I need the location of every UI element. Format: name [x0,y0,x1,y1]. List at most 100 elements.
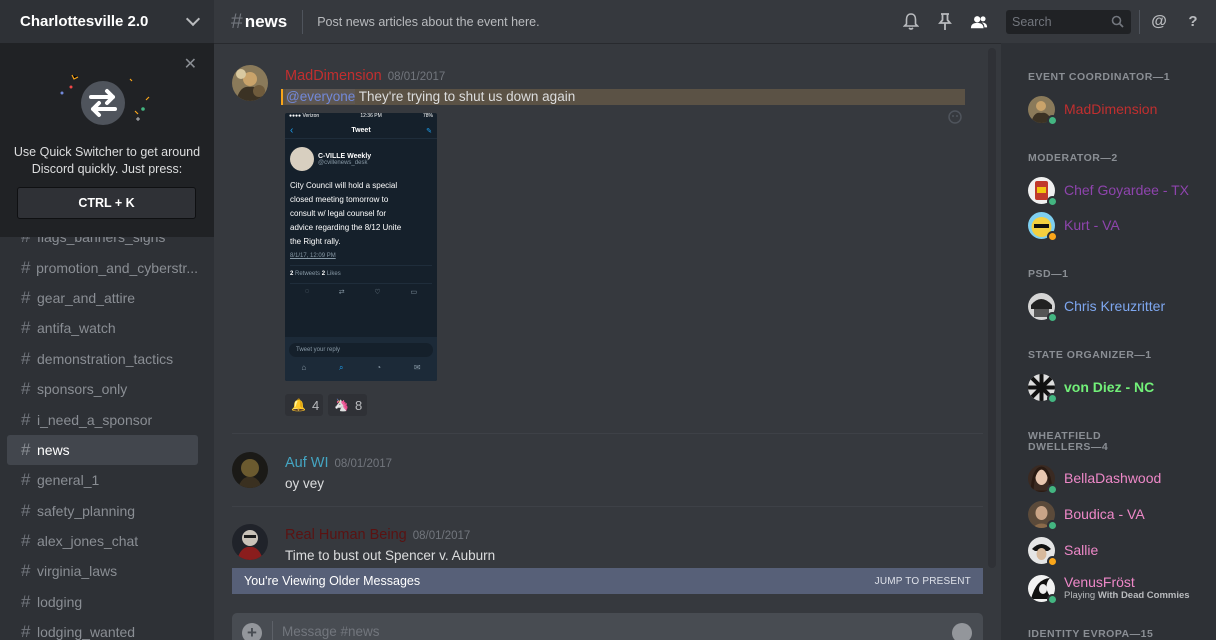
member-item[interactable]: von Diez - NC [1028,372,1208,404]
avatar [1028,464,1058,495]
channel-item[interactable]: # gear_and_attire [7,283,198,313]
channel-item[interactable]: # demonstration_tactics [7,344,198,374]
channel-item-active[interactable]: # news [7,434,198,466]
reaction-unicorn[interactable]: 🦄 8 [328,394,367,416]
search-placeholder: Search [1012,14,1052,29]
member-item[interactable]: VenusFröst Playing With Dead Commies [1028,571,1208,605]
channel-item[interactable]: # lodging_wanted [7,617,198,640]
pin-icon[interactable] [936,12,954,31]
help-icon[interactable]: ? [1184,13,1202,31]
online-status-icon [1047,195,1058,207]
likes-label: Likes [326,271,341,277]
everyone-mention[interactable]: @everyone [286,89,356,104]
jump-to-present-button[interactable]: JUMP TO PRESENT [875,576,971,587]
emoji-picker-icon[interactable] [952,623,972,640]
channel-name: sponsors_only [37,381,128,398]
avatar[interactable] [232,452,268,488]
add-reaction-icon[interactable] [948,110,962,124]
tweet-reply-area: Tweet your reply ⌂ ⌕ ◔ ✉ [285,337,437,381]
channel-item[interactable]: # antifa_watch [7,313,198,343]
channel-list: #flags_banners_signs #promotion_and_cybe… [0,222,214,640]
guild-name: Charlottesville 2.0 [20,13,149,30]
reaction-count: 8 [354,397,363,413]
avatar[interactable] [232,524,268,560]
members-icon[interactable] [970,13,988,31]
divider [272,621,273,640]
message-scrollbar[interactable] [988,48,996,568]
avatar [1028,373,1058,404]
member-name: von Diez - NC [1064,379,1155,395]
mention-icon[interactable]: @ [1150,13,1168,31]
chevron-down-icon[interactable] [185,11,201,27]
reaction-bell[interactable]: 🔔 4 [285,394,323,416]
retweet-icon: ⇄ [338,289,345,296]
avatar [1028,211,1058,242]
role-header: PSD—1 [1028,268,1069,280]
member-item[interactable]: Sallie [1028,535,1208,567]
member-item[interactable]: Boudica - VA [1028,499,1208,531]
qs-line-1: Use Quick Switcher to get around [13,145,201,159]
quick-switcher-shortcut[interactable]: CTRL + K [17,187,196,219]
tweet-time: 8/1/17, 12:09 PM [290,253,336,259]
older-messages-bar[interactable]: You're Viewing Older Messages JUMP TO PR… [232,568,983,594]
close-icon[interactable]: ✕ [184,54,197,74]
member-name: Chef Goyardee - TX [1064,182,1190,198]
member-item[interactable]: Chris Kreuzritter [1028,291,1208,323]
tweet-account-name: C-VILLE Weekly [318,152,372,160]
avatar[interactable] [232,65,268,101]
channel-item[interactable]: # safety_planning [7,496,198,526]
channel-header: # news Post news articles about the even… [214,0,1216,43]
tweet-stats: 2 Retweets 2 Likes [290,265,432,277]
upload-plus-icon[interactable]: + [242,623,262,640]
hash-icon: # [21,439,31,459]
channel-title-text: news [244,11,288,31]
avatar [1028,176,1058,207]
bell-icon[interactable] [902,13,920,31]
activity-prefix: Playing [1064,590,1096,601]
unicorn-emoji-icon: 🦄 [334,398,349,412]
tweet-line: advice regarding the 8/12 Unite [290,223,402,232]
like-count: 2 [321,271,326,277]
channel-item[interactable]: # promotion_and_cyberstr... [7,252,198,282]
member-item[interactable]: MadDimension [1028,94,1208,126]
hash-icon: # [21,257,31,277]
reply-icon: ◌ [304,288,310,295]
tweet-screenshot[interactable]: ●●●● Verizon 12:36 PM 78% ‹ Tweet ✎ C-VI… [285,113,437,381]
member-name: MadDimension [1064,101,1158,117]
author-name[interactable]: MadDimension [285,68,382,84]
message-text: Time to bust out Spencer v. Auburn [285,548,496,563]
activity-name: With Dead Commies [1097,590,1190,601]
divider [302,9,304,34]
author-name[interactable]: Auf WI [285,455,329,471]
channel-item[interactable]: # general_1 [7,465,198,495]
channel-item[interactable]: # sponsors_only [7,374,198,404]
quick-switcher-description: Use Quick Switcher to get around Discord… [0,144,214,178]
channel-sidebar: Charlottesville 2.0 ✕ Use Quick Switcher… [0,0,214,640]
channel-item[interactable]: # lodging [7,587,198,617]
role-header: MODERATOR—2 [1028,152,1118,164]
tweet-line: the Right rally. [290,237,341,246]
online-status-icon [1047,392,1058,404]
quick-switcher-illustration [60,74,150,125]
message-input[interactable]: Message #news [282,624,380,639]
message-header: MadDimension 08/01/2017 [285,68,445,84]
member-item[interactable]: Chef Goyardee - TX [1028,175,1208,207]
hash-icon: # [21,470,31,490]
channel-item[interactable]: # virginia_laws [7,556,198,586]
channel-name: safety_planning [37,502,136,519]
channel-item[interactable]: # i_need_a_sponsor [7,404,198,434]
guild-header[interactable]: Charlottesville 2.0 [0,0,214,43]
hash-icon: # [21,287,31,307]
search-input[interactable]: Search [1006,9,1131,34]
channel-item[interactable]: # alex_jones_chat [7,526,198,556]
member-item[interactable]: BellaDashwood [1028,463,1208,495]
author-name[interactable]: Real Human Being [285,527,407,543]
hash-icon: # [21,318,31,338]
carrier: ●●●● Verizon [289,113,320,119]
hash-icon: # [21,591,31,611]
channel-topic: Post news articles about the event here. [317,14,540,29]
member-name: Sallie [1064,542,1099,558]
member-item[interactable]: Kurt - VA [1028,210,1208,242]
role-header: STATE ORGANIZER—1 [1028,349,1152,361]
role-header: EVENT COORDINATOR—1 [1028,71,1171,83]
